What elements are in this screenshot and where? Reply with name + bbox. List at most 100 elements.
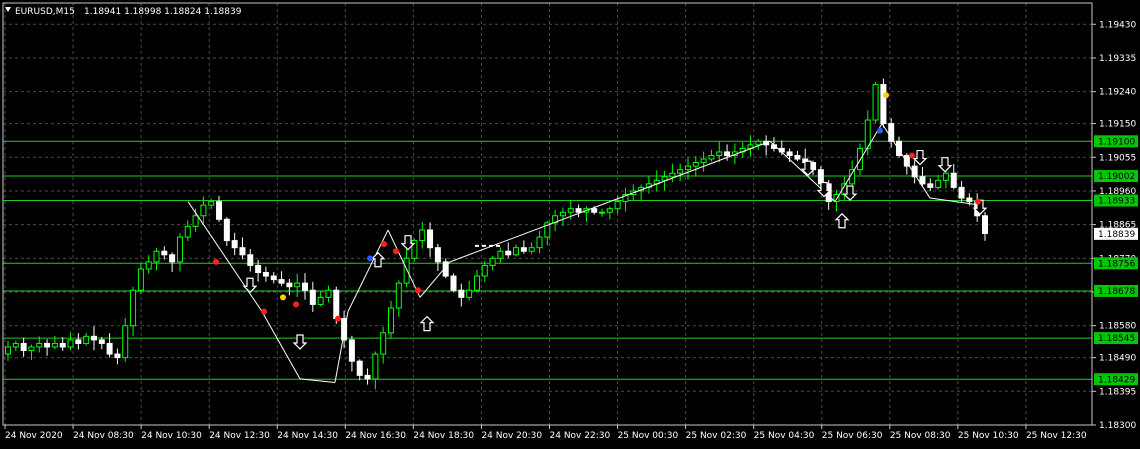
time-tick-label: 25 Nov 08:30 [890,431,951,441]
candle-body [51,342,58,348]
level-label: 1.18756 [1098,259,1135,269]
signal-dot [293,301,299,308]
time-tick-label: 24 Nov 16:30 [345,431,406,441]
time-tick-label: 24 Nov 18:30 [413,431,474,441]
candle-body [817,169,824,185]
candle-body [137,268,144,291]
candle-body [239,247,246,256]
candle-body [36,342,43,348]
signal-dot [335,315,341,322]
price-tick-label: 1.18395 [1099,387,1136,397]
price-tick-label: 1.18490 [1099,354,1136,364]
candle-body [364,374,371,380]
signal-dot [367,255,373,262]
candle-body [5,346,11,355]
candle-body [677,169,684,174]
time-tick-label: 24 Nov 20:30 [481,431,542,441]
price-tick-label: 1.19240 [1099,88,1136,98]
price-tick-label: 1.18300 [1099,421,1136,431]
candle-body [716,151,723,156]
candle-body [153,250,160,263]
price-tick-label: 1.19335 [1099,54,1136,64]
candle-body [473,275,480,291]
candle-body [614,201,621,210]
level-label: 1.18678 [1098,287,1135,297]
candle-body [372,353,379,380]
candle-body [434,247,441,263]
candle-body [950,172,957,188]
candle-body [356,360,363,376]
candle-body [161,250,168,256]
price-chart[interactable]: 1.19430 1.19335 1.19240 1.19150 1.19055 1.189… [0,0,1140,445]
candle-body [872,84,879,121]
candle-body [348,339,355,362]
candle-body [481,264,488,277]
current-price-label: 1.18839 [1098,230,1135,240]
candle-body [325,289,332,298]
candle-body [661,176,668,181]
time-tick-label: 25 Nov 06:30 [822,431,883,441]
candle-body [255,264,262,274]
candle-body [12,342,19,348]
candle-body [935,179,942,188]
candle-body [708,154,715,160]
level-label: 1.19002 [1098,172,1135,182]
candle-body [262,272,269,277]
signal-dot [381,241,387,248]
time-tick-label: 24 Nov 22:30 [550,431,611,441]
level-label: 1.18429 [1098,375,1135,385]
chart-canvas[interactable]: 1.19430 1.19335 1.19240 1.19150 1.19055 1.189… [0,0,1140,445]
candle-body [28,346,35,352]
candle-body [403,257,410,284]
candle-body [231,240,238,249]
candle-body [427,229,434,249]
time-tick-label: 25 Nov 12:30 [1026,431,1087,441]
candle-body [317,296,324,305]
signal-dot [261,308,267,315]
candle-body [700,158,707,164]
candle-body [145,261,152,270]
candle-body [169,254,176,263]
candle-body [278,279,285,284]
candle-body [684,165,691,171]
candle-body [982,215,988,235]
chart-header: EURUSD,M15 1.18941 1.18998 1.18824 1.188… [5,7,242,17]
candle-body [724,151,731,156]
candle-body [528,247,535,252]
candle-body [458,289,465,298]
candle-body [567,208,574,213]
candle-body [90,335,97,341]
candle-body [294,282,301,288]
candle-body [966,197,973,203]
candle-body [387,307,394,334]
signal-dot [909,152,915,159]
candle-body [692,162,699,167]
signal-dot [393,248,399,255]
time-tick-label: 24 Nov 14:30 [277,431,338,441]
price-tick-label: 1.18580 [1099,322,1136,332]
level-label: 1.19100 [1098,137,1135,147]
candle-body [216,201,223,220]
time-tick-label: 24 Nov 08:30 [73,431,134,441]
candle-body [419,229,426,242]
candle-body [44,342,51,348]
candle-body [184,225,191,238]
candle-body [559,211,566,217]
candle-body [333,289,340,320]
candle-body [513,247,520,256]
candle-body [114,353,121,359]
signal-dot [415,287,421,294]
candle-body [880,84,887,125]
candle-body [794,154,801,160]
candle-body [575,208,582,213]
candle-body [83,335,90,344]
candle-body [466,289,473,298]
candle-body [130,289,137,327]
candle-body [786,151,793,156]
time-tick-label: 24 Nov 10:30 [141,431,202,441]
time-tick-label: 24 Nov 12:30 [209,431,270,441]
candle-body [208,201,215,206]
candle-body [606,208,613,213]
candle-body [505,250,512,256]
signal-dot [883,92,889,99]
